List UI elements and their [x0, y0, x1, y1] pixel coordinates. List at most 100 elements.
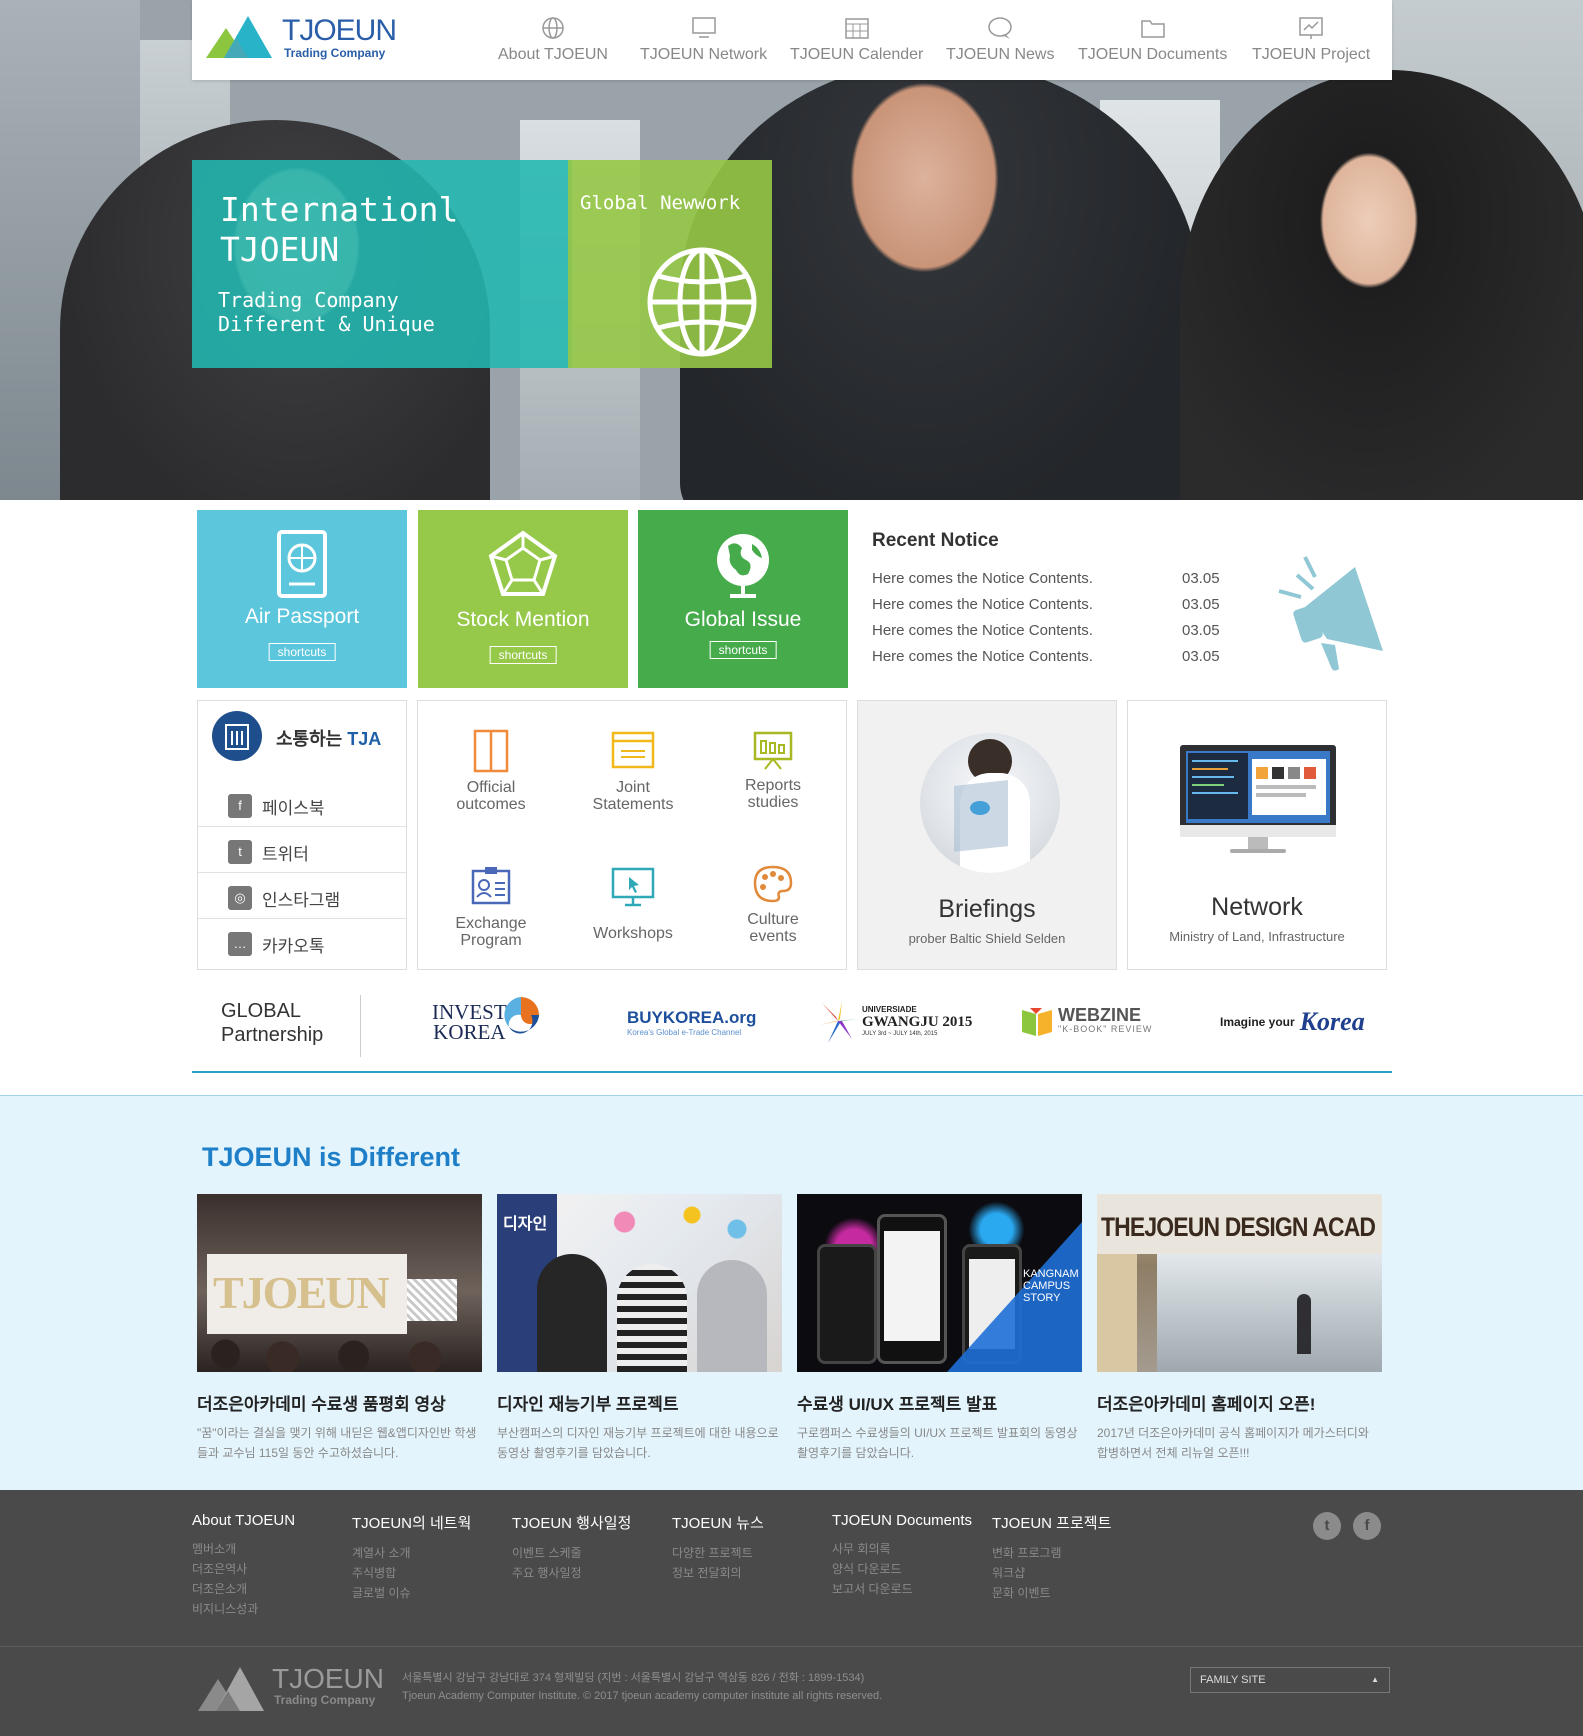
tile-air-passport[interactable]: Air Passport shortcuts — [197, 510, 407, 688]
card-title[interactable]: 수료생 UI/UX 프로젝트 발표 — [797, 1390, 1082, 1415]
service-label-2: outcomes — [456, 796, 526, 813]
nav-network[interactable]: TJOEUN Network — [640, 16, 767, 64]
partner-logo-line2: Korea — [1299, 1007, 1365, 1036]
footer-link[interactable]: 이벤트 스케줄 — [512, 1543, 662, 1563]
nav-about[interactable]: About TJOEUN — [498, 16, 608, 64]
card-image[interactable]: THEJOEUN DESIGN ACAD — [1097, 1194, 1382, 1372]
partner-imagine-korea[interactable]: Imagine your Korea — [1220, 997, 1365, 1047]
footer-heading[interactable]: About TJOEUN — [192, 1512, 342, 1529]
twitter-icon[interactable]: t — [1313, 1512, 1341, 1540]
nav-documents[interactable]: TJOEUN Documents — [1078, 16, 1227, 64]
footer-link[interactable]: 계열사 소개 — [352, 1543, 502, 1563]
card-image-text: KANGNAM CAMPUS STORY — [1023, 1268, 1079, 1304]
footer-link[interactable]: 주요 행사일정 — [512, 1563, 662, 1583]
service-reports-studies[interactable]: Reports studies — [718, 727, 828, 811]
logo-mountain-icon[interactable] — [198, 1665, 268, 1711]
nav-project[interactable]: TJOEUN Project — [1252, 16, 1370, 64]
partner-invest-korea[interactable]: INVEST KOREA — [432, 997, 541, 1047]
service-label-2: Program — [460, 932, 522, 949]
feature-subtitle: Ministry of Land, Infrastructure — [1169, 929, 1345, 944]
social-label: 인스타그램 — [262, 891, 341, 910]
footer-link[interactable]: 워크샵 — [992, 1563, 1142, 1583]
footer-link[interactable]: 문화 이벤트 — [992, 1583, 1142, 1603]
social-item-twitter[interactable]: t 트위터 — [198, 827, 406, 873]
social-item-instagram[interactable]: ◎ 인스타그램 — [198, 873, 406, 919]
person-right — [1180, 70, 1583, 500]
partner-buykorea[interactable]: BUYKOREA.org Korea's Global e-Trade Chan… — [627, 997, 756, 1047]
footer-link[interactable]: 변화 프로그램 — [992, 1543, 1142, 1563]
card-description: 구로캠퍼스 수료생들의 UI/UX 프로젝트 발표회의 동영상 촬영후기를 담았… — [797, 1426, 1078, 1460]
shortcuts-button[interactable]: shortcuts — [268, 643, 336, 661]
footer-link[interactable]: 주식병합 — [352, 1563, 502, 1583]
social-label: 카카오톡 — [262, 937, 325, 956]
service-workshops[interactable]: Workshops — [578, 865, 688, 942]
service-label-1: Reports — [744, 777, 802, 794]
tile-label: Stock Mention — [456, 608, 590, 631]
footer-column: TJOEUN 뉴스 다양한 프로젝트 정보 전달회의 — [672, 1512, 822, 1583]
card-title[interactable]: 디자인 재능기부 프로젝트 — [497, 1390, 782, 1415]
hero-global-box[interactable]: Global Newwork — [568, 160, 772, 368]
tile-global-issue[interactable]: Global Issue shortcuts — [638, 510, 848, 688]
footer-address: 서울특별시 강남구 강남대로 374 형제빌딩 (지번 : 서울특별시 강남구 … — [402, 1672, 865, 1684]
card-4[interactable]: THEJOEUN DESIGN ACAD 더조은아카데미 홈페이지 오픈! 20… — [1097, 1194, 1382, 1463]
card-image[interactable]: 디자인 — [497, 1194, 782, 1372]
card-1[interactable]: TJOEUN 더조은아카데미 수료생 품평회 영상 "꿈"이라는 결실을 맺기 … — [197, 1194, 482, 1463]
footer-link[interactable]: 보고서 다운로드 — [832, 1579, 982, 1599]
footer-link[interactable]: 사무 회의록 — [832, 1539, 982, 1559]
family-site-select[interactable]: FAMILY SITE ▲ — [1190, 1667, 1390, 1693]
service-label-2: events — [749, 928, 797, 945]
footer-link[interactable]: 멤버소개 — [192, 1539, 342, 1559]
social-item-facebook[interactable]: f 페이스북 — [198, 781, 406, 827]
card-2[interactable]: 디자인 디자인 재능기부 프로젝트 부산캠퍼스의 디자인 재능기부 프로젝트에 … — [497, 1194, 782, 1463]
card-3[interactable]: KANGNAM CAMPUS STORY 수료생 UI/UX 프로젝트 발표 구… — [797, 1194, 1082, 1463]
nav-news[interactable]: TJOEUN News — [946, 16, 1054, 64]
partner-logo-line2: "K-BOOK" REVIEW — [1058, 1024, 1153, 1034]
service-joint-statements[interactable]: Joint Statements — [578, 729, 688, 813]
service-label-1: Joint — [616, 779, 650, 796]
footer-link[interactable]: 더조은소개 — [192, 1579, 342, 1599]
footer-heading[interactable]: TJOEUN 프로젝트 — [992, 1512, 1142, 1533]
footer-heading[interactable]: TJOEUN 뉴스 — [672, 1512, 822, 1533]
shortcuts-button[interactable]: shortcuts — [489, 646, 557, 664]
footer-logo-text[interactable]: TJOEUN — [272, 1663, 384, 1695]
footer-link[interactable]: 양식 다운로드 — [832, 1559, 982, 1579]
card-image[interactable]: KANGNAM CAMPUS STORY — [797, 1194, 1082, 1372]
footer-column: TJOEUN Documents 사무 회의록 양식 다운로드 보고서 다운로드 — [832, 1512, 982, 1599]
footer-link[interactable]: 다양한 프로젝트 — [672, 1543, 822, 1563]
footer-heading[interactable]: TJOEUN 행사일정 — [512, 1512, 662, 1533]
service-culture-events[interactable]: Culture events — [718, 861, 828, 945]
card-image[interactable]: TJOEUN — [197, 1194, 482, 1372]
footer-link[interactable]: 글로벌 이슈 — [352, 1583, 502, 1603]
footer-link[interactable]: 정보 전달회의 — [672, 1563, 822, 1583]
card-title[interactable]: 더조은아카데미 수료생 품평회 영상 — [197, 1390, 482, 1415]
social-panel: 소통하는 TJA f 페이스북 t 트위터 ◎ 인스타그램 … 카카오톡 — [197, 700, 407, 970]
partner-gwangju[interactable]: UNIVERSIADE GWANGJU 2015 JULY 3rd ~ JULY… — [818, 997, 972, 1047]
partnership-label-line1: GLOBAL — [221, 1000, 302, 1022]
service-official-outcomes[interactable]: Official outcomes — [436, 729, 546, 813]
facebook-icon[interactable]: f — [1353, 1512, 1381, 1540]
service-label-1: Culture — [747, 911, 799, 928]
feature-briefings[interactable]: Briefings prober Baltic Shield Selden — [857, 700, 1117, 970]
window-icon — [611, 731, 655, 769]
notice-text: Here comes the Notice Contents. — [872, 596, 1093, 613]
logo-text[interactable]: TJOEUN — [282, 14, 397, 48]
logo-mountain-icon[interactable] — [206, 14, 276, 58]
footer-link[interactable]: 더조은역사 — [192, 1559, 342, 1579]
footer-link[interactable]: 비지니스성과 — [192, 1599, 342, 1619]
card-title[interactable]: 더조은아카데미 홈페이지 오픈! — [1097, 1390, 1382, 1415]
shortcuts-button[interactable]: shortcuts — [709, 641, 777, 659]
partner-logo-line2: GWANGJU 2015 — [862, 1014, 973, 1030]
service-exchange-program[interactable]: Exchange Program — [436, 865, 546, 949]
feature-network[interactable]: Network Ministry of Land, Infrastructure — [1127, 700, 1387, 970]
card-image-text: 디자인 — [503, 1216, 548, 1233]
footer-heading[interactable]: TJOEUN의 네트웍 — [352, 1512, 502, 1533]
footer-heading[interactable]: TJOEUN Documents — [832, 1512, 982, 1529]
footer-column: TJOEUN 행사일정 이벤트 스케줄 주요 행사일정 — [512, 1512, 662, 1583]
nav-label: TJOEUN News — [946, 46, 1055, 63]
social-item-kakaotalk[interactable]: … 카카오톡 — [198, 919, 406, 965]
service-label-2: studies — [747, 794, 799, 811]
tile-stock-mention[interactable]: Stock Mention shortcuts — [418, 510, 628, 688]
nav-calendar[interactable]: TJOEUN Calender — [790, 16, 923, 64]
partner-webzine[interactable]: WEBZINE "K-BOOK" REVIEW — [1020, 997, 1152, 1047]
notice-date: 03.05 — [1182, 622, 1220, 639]
